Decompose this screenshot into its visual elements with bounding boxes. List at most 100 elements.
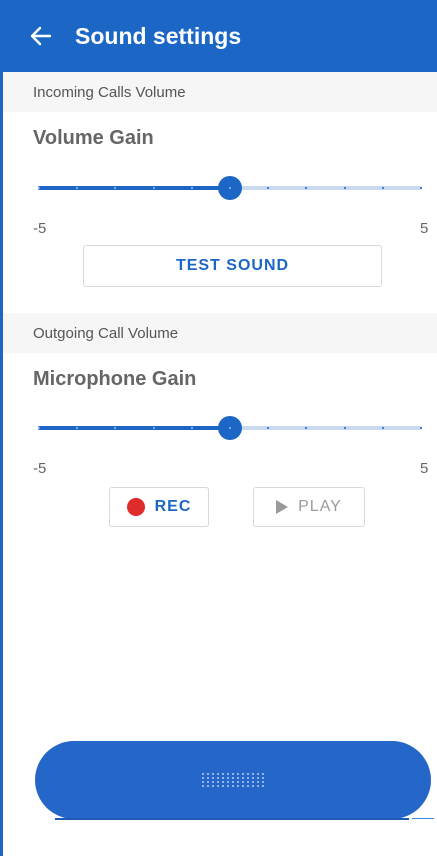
- grip-dot: [201, 781, 204, 783]
- slider-tick: [38, 427, 40, 429]
- slider-tick: [420, 427, 422, 429]
- play-button[interactable]: PLAY: [253, 487, 365, 527]
- record-dot-icon: [126, 498, 145, 516]
- grip-dot: [206, 781, 209, 783]
- grip-dot: [211, 781, 214, 783]
- grip-dot: [216, 785, 219, 787]
- volume-min-label: -5: [33, 220, 47, 237]
- grip-dot: [241, 781, 244, 783]
- arrow-left-icon: [30, 26, 52, 46]
- bottom-action-bar[interactable]: [35, 741, 431, 819]
- grip-dot: [226, 781, 229, 783]
- slider-tick: [153, 187, 155, 189]
- volume-gain-title: Volume Gain: [33, 127, 154, 149]
- bottom-divider: [55, 818, 409, 820]
- slider-tick: [420, 187, 422, 189]
- slider-track-fill: [38, 426, 230, 430]
- grip-dot: [201, 777, 204, 779]
- grip-dot: [251, 785, 254, 787]
- slider-tick: [38, 187, 40, 189]
- grip-dot: [231, 781, 234, 783]
- grip-dot: [256, 777, 259, 779]
- grip-dot: [236, 781, 239, 783]
- page-title: Sound settings: [75, 22, 242, 49]
- grip-dot: [241, 777, 244, 779]
- grip-dot: [216, 781, 219, 783]
- app-bar: Sound settings: [3, 0, 437, 72]
- grip-dot: [231, 785, 234, 787]
- grip-dot: [211, 773, 214, 775]
- grip-dot: [246, 785, 249, 787]
- grip-dot: [261, 777, 264, 779]
- slider-tick: [267, 427, 269, 429]
- grip-dot: [246, 773, 249, 775]
- grip-dot: [201, 773, 204, 775]
- grip-dot: [231, 773, 234, 775]
- grip-dot: [226, 773, 229, 775]
- record-label: REC: [154, 498, 192, 515]
- grip-dots-icon: [201, 773, 265, 787]
- grip-dot: [201, 785, 204, 787]
- slider-tick: [114, 427, 116, 429]
- microphone-min-label: -5: [33, 460, 47, 477]
- grip-dot: [246, 781, 249, 783]
- slider-tick: [229, 427, 231, 429]
- grip-dot: [226, 785, 229, 787]
- slider-tick: [344, 187, 346, 189]
- grip-dot: [231, 777, 234, 779]
- back-button[interactable]: [11, 0, 71, 72]
- grip-dot: [226, 777, 229, 779]
- play-label: PLAY: [298, 498, 342, 515]
- grip-dot: [251, 773, 254, 775]
- grip-dot: [221, 773, 224, 775]
- slider-tick: [229, 187, 231, 189]
- slider-track-fill: [38, 186, 230, 190]
- play-icon: [276, 500, 289, 514]
- grip-dot: [211, 777, 214, 779]
- slider-tick: [305, 427, 307, 429]
- grip-dot: [221, 785, 224, 787]
- slider-tick: [76, 187, 78, 189]
- grip-dot: [206, 773, 209, 775]
- grip-dot: [221, 777, 224, 779]
- grip-dot: [236, 777, 239, 779]
- volume-gain-slider[interactable]: [38, 173, 422, 203]
- grip-dot: [206, 785, 209, 787]
- slider-tick: [382, 427, 384, 429]
- grip-dot: [251, 777, 254, 779]
- grip-dot: [211, 785, 214, 787]
- slider-tick: [153, 427, 155, 429]
- incoming-section-header: Incoming Calls Volume: [3, 72, 437, 112]
- grip-dot: [241, 773, 244, 775]
- grip-dot: [256, 781, 259, 783]
- bottom-divider-right: [412, 818, 434, 819]
- grip-dot: [261, 781, 264, 783]
- grip-dot: [256, 785, 259, 787]
- slider-tick: [267, 187, 269, 189]
- grip-dot: [241, 785, 244, 787]
- grip-dot: [236, 773, 239, 775]
- microphone-max-label: 5: [420, 460, 429, 477]
- grip-dot: [221, 781, 224, 783]
- grip-dot: [246, 777, 249, 779]
- test-sound-button[interactable]: TEST SOUND: [83, 245, 382, 287]
- slider-tick: [191, 427, 193, 429]
- slider-tick: [76, 427, 78, 429]
- grip-dot: [261, 785, 264, 787]
- slider-tick: [344, 427, 346, 429]
- outgoing-section-header: Outgoing Call Volume: [3, 313, 437, 353]
- record-button[interactable]: REC: [109, 487, 209, 527]
- slider-tick: [114, 187, 116, 189]
- grip-dot: [236, 785, 239, 787]
- grip-dot: [251, 781, 254, 783]
- microphone-gain-slider[interactable]: [38, 413, 422, 443]
- slider-tick: [305, 187, 307, 189]
- grip-dot: [256, 773, 259, 775]
- test-sound-label: TEST SOUND: [175, 257, 290, 274]
- grip-dot: [261, 773, 264, 775]
- grip-dot: [216, 777, 219, 779]
- left-edge: [0, 0, 3, 856]
- grip-dot: [206, 777, 209, 779]
- volume-max-label: 5: [420, 220, 429, 237]
- microphone-gain-title: Microphone Gain: [33, 368, 197, 390]
